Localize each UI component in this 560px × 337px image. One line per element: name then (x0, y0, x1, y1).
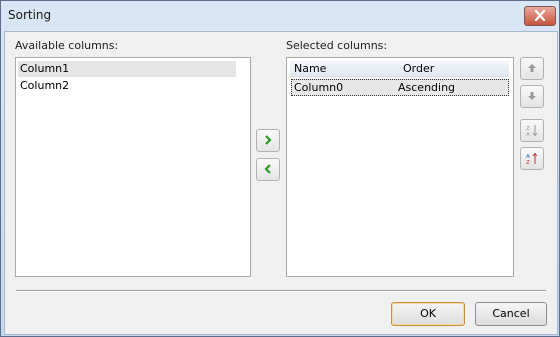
ok-button-label: OK (420, 307, 436, 320)
move-down-button[interactable] (520, 85, 544, 108)
ok-button[interactable]: OK (391, 302, 465, 326)
close-icon (534, 10, 546, 21)
table-row[interactable]: Column0 Ascending (291, 79, 509, 96)
list-item[interactable]: Column2 (18, 78, 236, 94)
available-columns-list[interactable]: Column1 Column2 (15, 57, 251, 277)
sort-descending-button[interactable]: Z A (520, 119, 544, 142)
sort-ascending-icon: A Z (526, 152, 538, 165)
sort-ascending-button[interactable]: A Z (520, 147, 544, 170)
arrow-down-icon (528, 92, 536, 100)
cancel-button-label: Cancel (492, 307, 530, 320)
arrow-up-icon (528, 64, 536, 72)
divider (16, 290, 546, 292)
title-bar: Sorting (1, 1, 559, 30)
svg-text:A: A (526, 132, 530, 137)
dialog-body: Available columns: Column1 Column2 Selec… (4, 31, 558, 335)
column-header-name[interactable]: Name (294, 61, 326, 76)
list-item-label: Column2 (20, 79, 70, 92)
move-up-button[interactable] (520, 57, 544, 80)
chevron-right-icon (265, 135, 272, 145)
cell-name: Column0 (294, 81, 344, 94)
selected-columns-grid[interactable]: Name Order Column0 Ascending (286, 57, 514, 277)
sorting-dialog: Sorting Available columns: Column1 Colum… (0, 0, 560, 337)
cancel-button[interactable]: Cancel (475, 302, 547, 326)
remove-column-button[interactable] (256, 158, 280, 181)
chevron-left-icon (264, 164, 271, 174)
window-title: Sorting (8, 8, 52, 22)
svg-text:Z: Z (526, 160, 530, 165)
list-item[interactable]: Column1 (18, 61, 236, 77)
list-item-label: Column1 (20, 62, 70, 75)
close-button[interactable] (524, 6, 556, 26)
grid-header: Name Order (290, 61, 509, 77)
sort-descending-icon: Z A (526, 125, 538, 137)
add-column-button[interactable] (256, 129, 280, 152)
cell-order[interactable]: Ascending (398, 80, 455, 95)
column-header-order[interactable]: Order (403, 61, 434, 76)
selected-columns-label: Selected columns: (286, 39, 388, 52)
available-columns-label: Available columns: (15, 39, 119, 52)
